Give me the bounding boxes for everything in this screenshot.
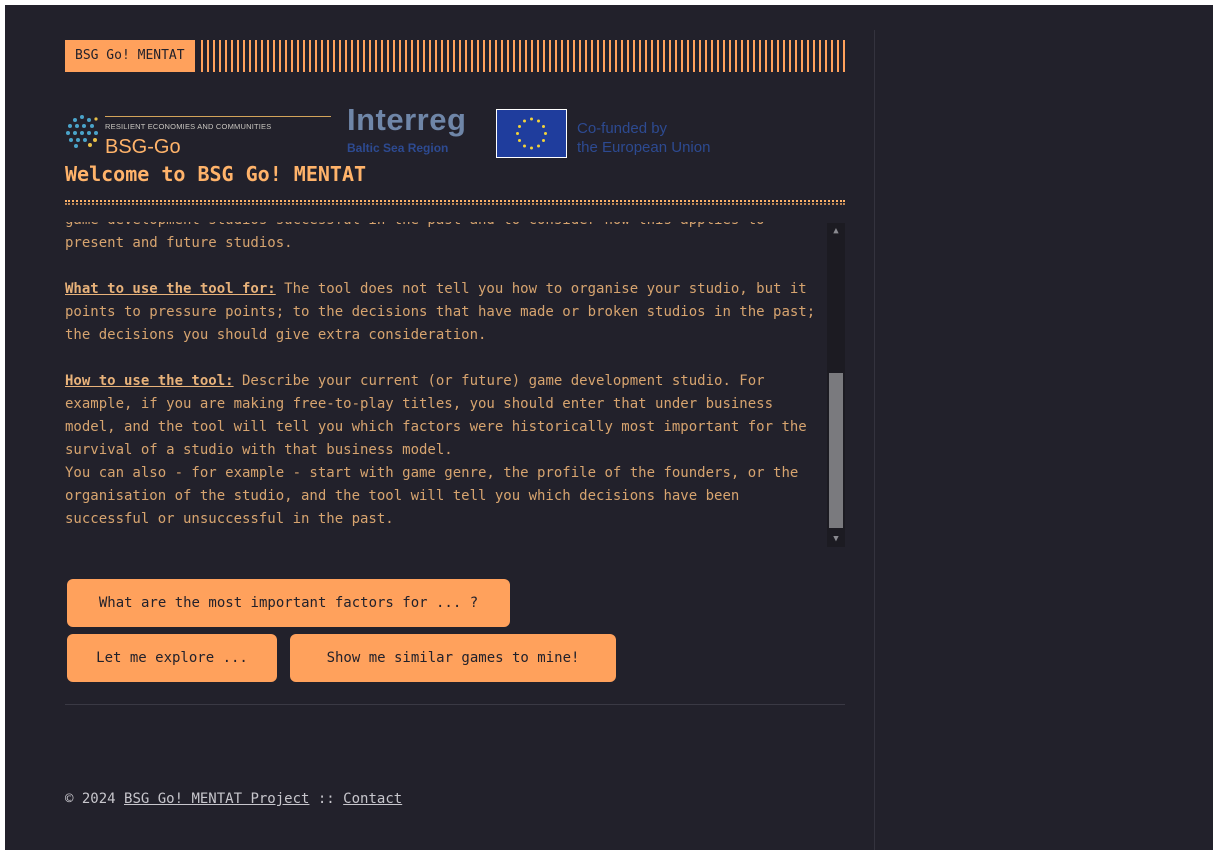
bsg-name: BSG-Go [105, 136, 181, 158]
interreg-name: Interreg [347, 102, 467, 137]
what-heading: What to use the tool for: [65, 281, 276, 297]
how-heading: How to use the tool: [65, 373, 234, 389]
page-title: Welcome to BSG Go! MENTAT [65, 162, 367, 186]
copyright-text: © 2024 [65, 791, 125, 807]
bsg-rule [105, 116, 331, 117]
title-bar: BSG Go! MENTAT [65, 40, 845, 72]
footer-separator: :: [309, 791, 344, 807]
also-paragraph: You can also - for example - start with … [65, 465, 799, 527]
bsg-go-logo: RESILIENT ECONOMIES AND COMMUNITIES BSG-… [65, 110, 335, 160]
column-divider [874, 30, 875, 850]
title-divider-2 [65, 203, 845, 207]
what-paragraph: What to use the tool for: The tool does … [65, 278, 827, 347]
title-tag[interactable]: BSG Go! MENTAT [65, 40, 195, 72]
eu-cofunded-text: Co-funded by the European Union [577, 119, 710, 157]
partner-logos: RESILIENT ECONOMIES AND COMMUNITIES BSG-… [65, 102, 765, 163]
footer-divider [65, 704, 845, 705]
intro-text-box[interactable]: game development studios successful in t… [65, 222, 827, 547]
similar-games-button[interactable]: Show me similar games to mine! [290, 634, 616, 682]
intro-scrollbar[interactable]: ▲ ▼ [827, 223, 845, 547]
intro-paragraph: game development studios successful in t… [65, 222, 765, 251]
title-stripes [200, 40, 845, 72]
bsg-tagline: RESILIENT ECONOMIES AND COMMUNITIES [105, 122, 272, 131]
bsg-dots-icon [66, 115, 98, 148]
explore-button[interactable]: Let me explore ... [67, 634, 277, 682]
page-frame: BSG Go! MENTAT RESILIENT ECONOMIES AND C… [5, 5, 1213, 850]
footer: © 2024 BSG Go! MENTAT Project :: Contact [65, 791, 402, 807]
project-link[interactable]: BSG Go! MENTAT Project [124, 791, 309, 807]
scroll-thumb[interactable] [829, 373, 843, 528]
interreg-region: Baltic Sea Region [347, 141, 449, 155]
scroll-down-icon[interactable]: ▼ [827, 531, 845, 547]
important-factors-button[interactable]: What are the most important factors for … [67, 579, 510, 627]
eu-line-1: Co-funded by [577, 120, 668, 137]
how-paragraph: How to use the tool: Describe your curre… [65, 370, 827, 462]
scroll-up-icon[interactable]: ▲ [827, 223, 845, 239]
interreg-logo: Interreg Baltic Sea Region [347, 102, 482, 158]
contact-link[interactable]: Contact [343, 791, 402, 807]
eu-line-2: the European Union [577, 139, 711, 156]
eu-flag-icon [496, 109, 567, 158]
